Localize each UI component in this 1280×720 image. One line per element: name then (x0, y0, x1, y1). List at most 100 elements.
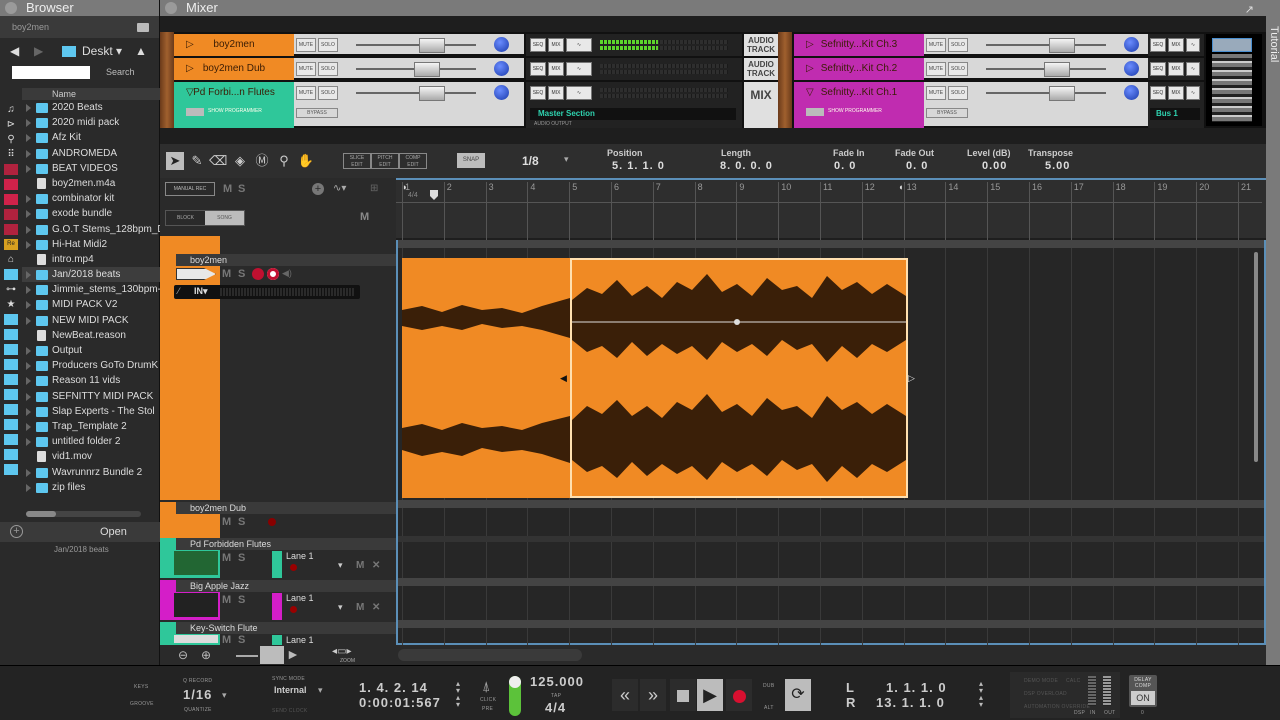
seq-button[interactable]: SEQ (530, 38, 546, 52)
hand-tool-icon[interactable]: ✋ (297, 152, 315, 170)
rack-icon[interactable]: ⊶ (4, 284, 18, 295)
seq-button[interactable]: SEQ (1150, 38, 1166, 52)
track-solo[interactable]: S (238, 516, 245, 528)
show-programmer-toggle[interactable] (806, 108, 824, 116)
up-icon[interactable]: ▲ (135, 44, 147, 58)
grid-icon[interactable]: ⠿ (4, 149, 18, 160)
folder-shortcut-icon[interactable] (4, 434, 18, 445)
browser-item[interactable]: Trap_Template 2 (22, 419, 160, 434)
browser-item[interactable]: Slap Experts - The Stol (22, 404, 160, 419)
folder-shortcut-icon[interactable] (4, 269, 18, 280)
audio-clip-selected[interactable] (570, 258, 908, 498)
rack-channel[interactable]: ▽ Sefnitty...Kit Ch.1 MUTE SOLO BYPASS SH… (794, 82, 1149, 128)
mute-button[interactable]: MUTE (926, 62, 946, 76)
expand-icon[interactable]: ▷ (186, 58, 194, 80)
blocks-mute[interactable]: M (360, 211, 369, 223)
rack-channel[interactable]: ▷ Sefnitty...Kit Ch.2 MUTE SOLO (794, 58, 1149, 80)
manual-rec-button[interactable]: MANUAL REC (165, 182, 215, 196)
volume-fader[interactable] (414, 62, 440, 77)
position-spinner[interactable]: ▴ ▾ ▴ ▾ (456, 680, 460, 709)
expand-arrow-icon[interactable] (26, 483, 31, 492)
lane-mute[interactable]: M (356, 602, 364, 613)
rack-channel[interactable]: ▷ boy2men Dub MUTE SOLO (174, 58, 524, 80)
level-handle[interactable] (734, 319, 740, 325)
expand-arrow-icon[interactable] (26, 468, 31, 477)
expand-arrow-icon[interactable] (26, 362, 31, 371)
record-enable-icon[interactable] (267, 268, 279, 280)
expand-arrow-icon[interactable] (26, 149, 31, 158)
expand-arrow-icon[interactable] (26, 286, 31, 295)
sync-dropdown-icon[interactable]: ▾ (318, 685, 323, 696)
master-mute[interactable]: M (223, 183, 232, 195)
quantize-dropdown-icon[interactable]: ▾ (222, 690, 227, 701)
track-name[interactable]: Key-Switch Flute (190, 623, 258, 633)
lane-dropdown-icon[interactable]: ▾ (338, 602, 343, 613)
lane-name[interactable]: Lane 1 (286, 551, 314, 561)
rewind-button[interactable]: « (612, 679, 638, 711)
solo-button[interactable]: SOLO (318, 38, 338, 52)
snap-value[interactable]: 1/8 (522, 154, 539, 168)
collapse-icon[interactable] (5, 2, 17, 14)
sync-mode-select[interactable]: Internal (274, 685, 307, 695)
expand-icon[interactable]: ▽ (186, 82, 194, 104)
mute-button[interactable]: MUTE (296, 62, 316, 76)
waveform-small-icon[interactable] (236, 655, 258, 657)
pan-knob[interactable] (1124, 61, 1139, 76)
solo-button[interactable]: SOLO (318, 86, 338, 100)
song-button[interactable]: SONG (205, 211, 244, 225)
arrangement-view[interactable]: ◀ ▷ (396, 240, 1266, 645)
browser-item[interactable]: ANDROMEDA (22, 146, 160, 161)
razor-tool-icon[interactable]: ◈ (231, 152, 249, 170)
lane-delete-icon[interactable]: ✕ (372, 602, 380, 613)
browser-item[interactable]: Output (22, 343, 160, 358)
solo-button[interactable]: SOLO (948, 38, 968, 52)
tutorial-tab[interactable]: Tutorial (1266, 0, 1280, 665)
back-icon[interactable]: ◀ (10, 44, 19, 58)
field-value[interactable]: 0.00 (982, 160, 1007, 172)
automation-button[interactable]: ∿ (1186, 62, 1200, 76)
waveform-medium-icon[interactable] (260, 646, 284, 664)
folder-shortcut-icon[interactable] (4, 374, 18, 385)
track-mute[interactable]: M (222, 552, 231, 564)
expand-arrow-icon[interactable] (26, 438, 31, 447)
expand-arrow-icon[interactable] (26, 134, 31, 143)
browser-item[interactable]: combinator kit (22, 191, 160, 206)
browser-item[interactable]: SEFNITTY MIDI PACK (22, 389, 160, 404)
lane-delete-icon[interactable]: ✕ (372, 560, 380, 571)
slice-edit-button[interactable]: SLICE EDIT (343, 153, 371, 169)
timeline-ruler[interactable]: 1 2 3 4 5 6 7 8 9 10 11 12 13 14 15 16 17 18 19 20 21 4/4 ◖ … (396, 178, 1266, 242)
delay-comp-button[interactable]: DELAY COMP ON (1129, 675, 1157, 707)
browser-item[interactable]: exode bundle (22, 206, 160, 221)
column-header-name[interactable]: Name (22, 88, 160, 100)
master-solo[interactable]: S (238, 183, 245, 195)
device-icon[interactable] (4, 194, 18, 205)
loop-button[interactable]: ⟳ (785, 679, 811, 711)
lane-name[interactable]: Lane 1 (286, 593, 314, 603)
browser-item[interactable]: MIDI PACK V2 (22, 297, 160, 312)
track-key-switch-flute[interactable]: Key-Switch Flute M S Lane 1 (160, 622, 396, 646)
volume-fader[interactable] (419, 38, 445, 53)
pan-knob[interactable] (494, 85, 509, 100)
folder-shortcut-icon[interactable] (4, 389, 18, 400)
pan-knob[interactable] (1124, 37, 1139, 52)
field-value[interactable]: 0. 0 (906, 160, 928, 172)
navigator-viewport[interactable] (1212, 38, 1252, 52)
browser-item[interactable]: untitled folder 2 (22, 434, 160, 449)
play-button[interactable]: ▶ (697, 679, 723, 711)
seq-button[interactable]: SEQ (530, 62, 546, 76)
track-boy2men-dub[interactable]: boy2men Dub M S (160, 502, 396, 538)
collapse-icon[interactable] (165, 2, 177, 14)
block-button[interactable]: BLOCK (166, 211, 205, 225)
home-icon[interactable]: ⌂ (4, 254, 18, 265)
lane-name[interactable]: Lane 1 (286, 635, 314, 645)
location-dropdown[interactable]: Deskt ▾ (82, 44, 122, 58)
detach-icon[interactable]: ↗ (1245, 2, 1254, 18)
folder-icon[interactable] (137, 23, 149, 32)
search-button[interactable]: Search (106, 67, 135, 77)
folder-shortcut-icon[interactable] (4, 329, 18, 340)
rack-channel[interactable]: ▷ Sefnitty...Kit Ch.3 MUTE SOLO (794, 34, 1149, 56)
expand-arrow-icon[interactable] (26, 240, 31, 249)
channel-name-plate[interactable]: ▽ Pd Forbi...n Flutes (174, 82, 294, 128)
field-value[interactable]: 5.00 (1045, 160, 1070, 172)
expand-arrow-icon[interactable] (26, 316, 31, 325)
